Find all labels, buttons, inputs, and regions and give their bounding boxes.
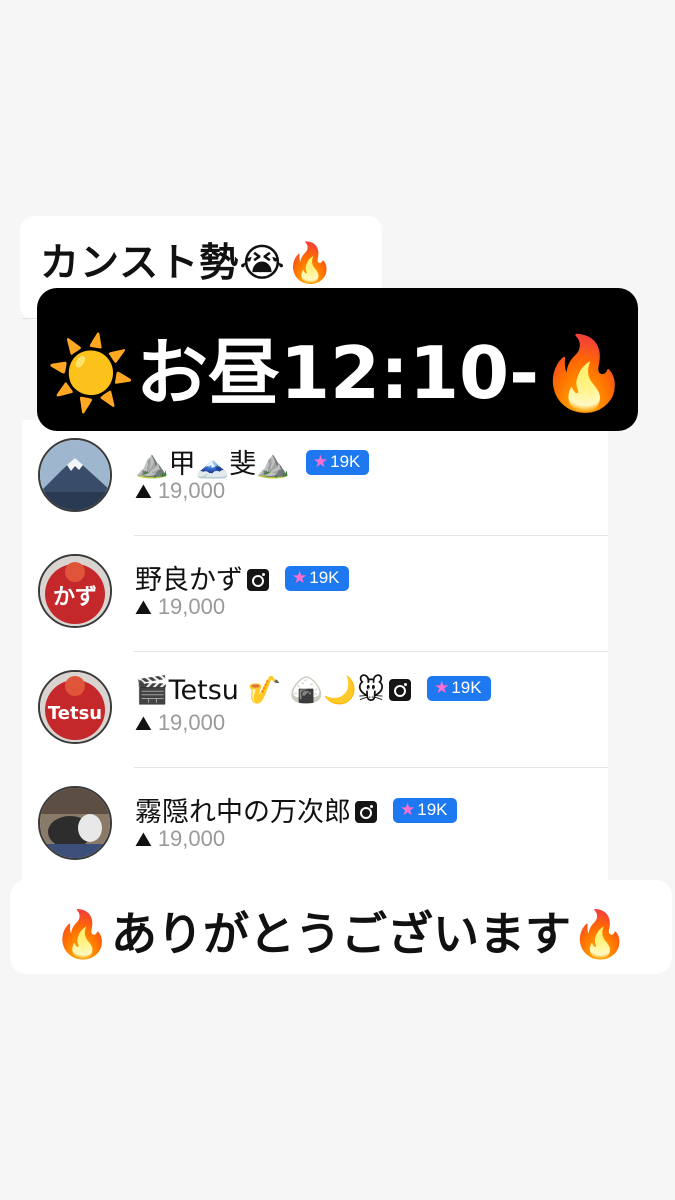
badge-label: 19K — [417, 800, 448, 819]
score-badge: ★ 19K — [427, 676, 491, 701]
user-name-text: 霧隠れ中の万次郎 — [135, 797, 351, 828]
ranking-list: ⛰️甲🗻斐⛰️ ★ 19K ⛰ 19,000 かず 野良かず ★ 19K ⛰ 19,000 — [22, 420, 608, 884]
star-icon: ★ — [434, 678, 450, 697]
score-value: ⛰ 19,000 — [135, 594, 225, 620]
user-name-text: ⛰️甲🗻斐⛰️ — [135, 449, 290, 480]
cat-avatar-image — [40, 788, 110, 858]
score-badge: ★ 19K — [305, 450, 370, 475]
avatar[interactable]: Tetsu — [38, 670, 112, 744]
score-text: 19,000 — [157, 710, 226, 735]
user-name: ⛰️甲🗻斐⛰️ ★ 19K — [135, 442, 370, 481]
star-icon: ★ — [312, 452, 329, 471]
oni-tetsu-avatar-image: Tetsu — [40, 672, 110, 742]
list-item[interactable]: かず 野良かず ★ 19K ⛰ 19,000 — [22, 536, 608, 652]
svg-text:かず: かず — [53, 585, 97, 610]
banner-text: ☀️お昼12:10-🔥 — [46, 331, 629, 415]
score-badge: ★ 19K — [285, 566, 349, 591]
badge-label: 19K — [309, 568, 340, 587]
score-badge: ★ 19K — [393, 798, 457, 823]
user-name: 野良かず ★ 19K — [135, 558, 349, 597]
star-icon: ★ — [292, 568, 308, 587]
score-value: ⛰ 19,000 — [135, 478, 225, 504]
user-name: 霧隠れ中の万次郎 ★ 19K — [135, 790, 457, 829]
time-banner: ☀️お昼12:10-🔥 — [37, 288, 638, 431]
avatar[interactable]: かず — [38, 554, 112, 628]
badge-label: 19K — [451, 678, 482, 697]
user-name: 🎬Tetsu 🎷 🍙🌙🐭 ★ 19K — [135, 674, 491, 706]
crowd-icon: ⛰ — [135, 713, 152, 735]
crowd-icon: ⛰ — [135, 829, 152, 851]
user-name-text: 🎬Tetsu 🎷 🍙🌙🐭 — [135, 675, 386, 706]
avatar[interactable] — [38, 438, 112, 512]
star-icon: ★ — [400, 800, 416, 819]
user-name-text: 野良かず — [135, 565, 243, 596]
instagram-icon[interactable] — [389, 678, 412, 701]
instagram-icon[interactable] — [355, 800, 377, 823]
crowd-icon: ⛰ — [135, 481, 152, 503]
thanks-text: 🔥ありがとうございます🔥 — [53, 907, 629, 961]
badge-label: 19K — [330, 452, 361, 471]
score-text: 19,000 — [157, 826, 226, 851]
page-title: カンスト勢😭🔥 — [40, 241, 336, 286]
crowd-icon: ⛰ — [135, 597, 152, 619]
score-text: 19,000 — [157, 478, 226, 503]
svg-text:Tetsu: Tetsu — [48, 703, 102, 724]
avatar[interactable] — [38, 786, 112, 860]
list-item[interactable]: Tetsu 🎬Tetsu 🎷 🍙🌙🐭 ★ 19K ⛰ 19,000 — [22, 652, 608, 768]
score-text: 19,000 — [157, 594, 226, 619]
score-value: ⛰ 19,000 — [135, 710, 225, 736]
instagram-icon[interactable] — [247, 568, 269, 591]
list-item[interactable]: 霧隠れ中の万次郎 ★ 19K ⛰ 19,000 — [22, 768, 608, 884]
oni-kazu-avatar-image: かず — [40, 556, 110, 626]
score-value: ⛰ 19,000 — [135, 826, 225, 852]
thanks-card: 🔥ありがとうございます🔥 — [10, 880, 672, 974]
mount-fuji-avatar-image — [40, 440, 110, 510]
list-item[interactable]: ⛰️甲🗻斐⛰️ ★ 19K ⛰ 19,000 — [22, 420, 608, 536]
